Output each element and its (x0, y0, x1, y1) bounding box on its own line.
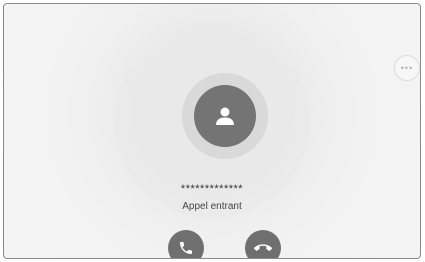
person-icon (216, 107, 234, 125)
caller-avatar (194, 85, 256, 147)
more-options-button[interactable]: ••• (394, 55, 420, 81)
caller-number: ************* (180, 183, 244, 195)
phone-hangup-icon (254, 244, 272, 251)
answer-call-button[interactable] (168, 230, 204, 258)
phone-answer-icon (180, 242, 192, 254)
call-status-label: Appel entrant (182, 201, 242, 212)
incoming-call-screen: ••• ************* Appel entrant (3, 3, 421, 259)
more-options-icon: ••• (400, 63, 414, 73)
decline-call-button[interactable] (245, 230, 281, 258)
